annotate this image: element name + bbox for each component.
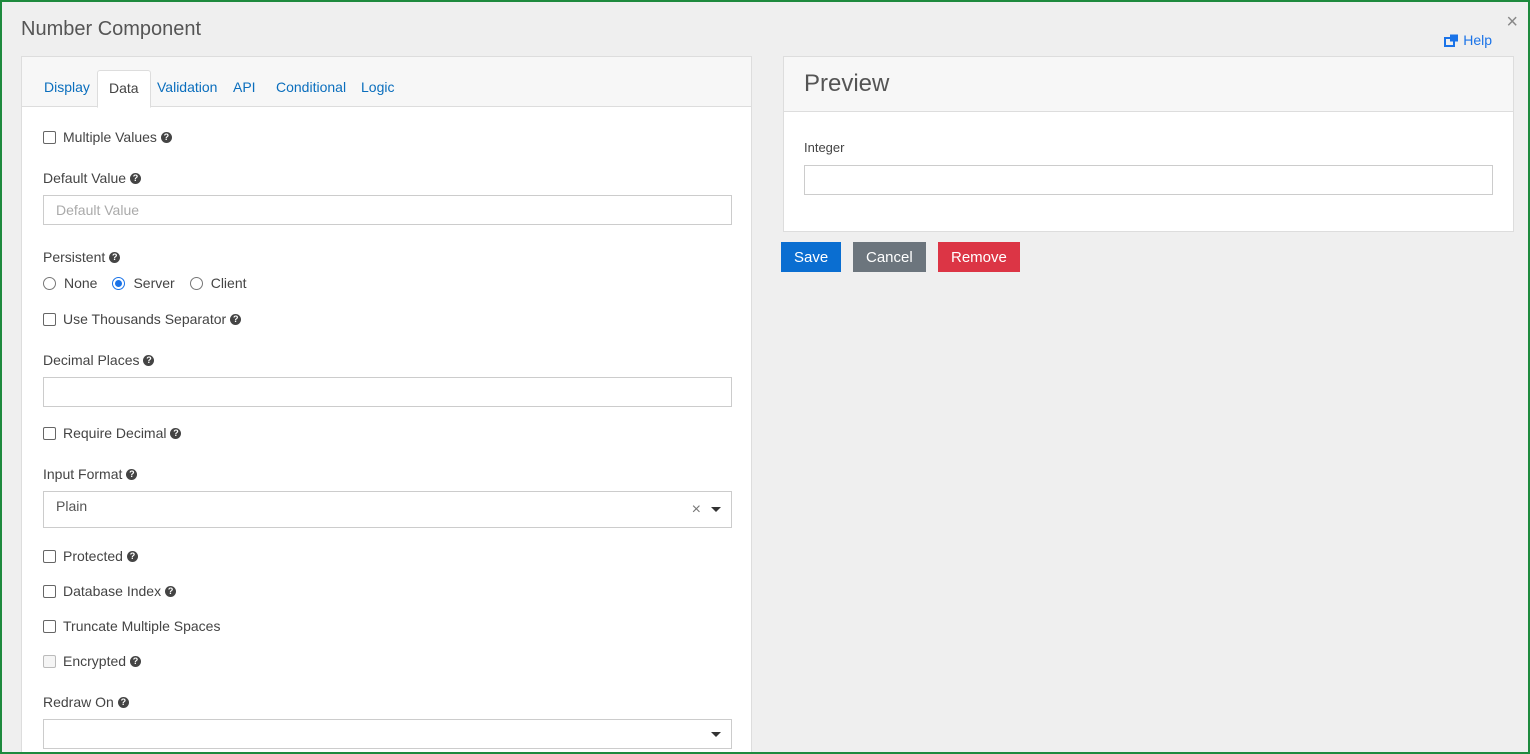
persistent-none-label: None [64, 275, 98, 291]
thousands-separator-label: Use Thousands Separator [63, 311, 227, 327]
preview-title: Preview [784, 57, 1513, 112]
input-format-label: Input Format [43, 466, 123, 482]
help-tooltip-icon[interactable]: ? [117, 696, 129, 708]
close-icon[interactable]: × [1506, 12, 1518, 32]
save-button[interactable]: Save [781, 242, 842, 272]
help-tooltip-icon[interactable]: ? [230, 313, 242, 325]
protected-checkbox[interactable] [43, 549, 56, 563]
tab-validation[interactable]: Validation [146, 70, 228, 107]
encrypted-checkbox [43, 654, 56, 668]
default-value-label-row: Default Value ? [43, 170, 142, 186]
help-tooltip-icon[interactable]: ? [130, 172, 142, 184]
default-value-label: Default Value [43, 170, 127, 186]
input-format-label-row: Input Format ? [43, 466, 138, 482]
tab-logic[interactable]: Logic [350, 70, 405, 107]
help-link[interactable]: Help [1444, 32, 1492, 48]
help-tooltip-icon[interactable]: ? [126, 550, 138, 562]
external-link-icon [1444, 34, 1459, 47]
default-value-input[interactable]: Default Value [43, 195, 732, 225]
help-tooltip-icon[interactable]: ? [165, 585, 177, 597]
multiple-values-checkbox[interactable] [43, 130, 56, 144]
persistent-client-radio[interactable] [189, 276, 203, 290]
database-index-row: Database Index ? [43, 583, 177, 599]
persistent-server-radio[interactable] [112, 276, 126, 290]
redraw-on-select[interactable] [43, 719, 732, 749]
decimal-places-input[interactable] [43, 377, 732, 407]
preview-integer-input[interactable] [804, 165, 1493, 195]
help-tooltip-icon[interactable]: ? [126, 468, 138, 480]
help-label[interactable]: Help [1463, 32, 1492, 48]
thousands-separator-row: Use Thousands Separator ? [43, 311, 242, 327]
decimal-places-label: Decimal Places [43, 352, 140, 368]
multiple-values-row: Multiple Values ? [43, 129, 172, 145]
persistent-client-label: Client [210, 275, 247, 291]
require-decimal-label: Require Decimal [63, 425, 167, 441]
database-index-checkbox[interactable] [43, 584, 56, 598]
protected-row: Protected ? [43, 548, 138, 564]
encrypted-row: Encrypted ? [43, 653, 142, 669]
multiple-values-label: Multiple Values [63, 129, 157, 145]
tab-api[interactable]: API [222, 70, 267, 107]
protected-label: Protected [63, 548, 123, 564]
preview-field-label: Integer [804, 140, 845, 155]
redraw-on-label: Redraw On [43, 694, 114, 710]
persistent-label-row: Persistent ? [43, 249, 121, 265]
chevron-down-icon[interactable] [711, 732, 721, 737]
truncate-spaces-row: Truncate Multiple Spaces [43, 618, 220, 634]
help-tooltip-icon[interactable]: ? [170, 427, 182, 439]
database-index-label: Database Index [63, 583, 162, 599]
thousands-separator-checkbox[interactable] [43, 312, 56, 326]
remove-button[interactable]: Remove [938, 242, 1020, 272]
input-format-select[interactable]: Plain × [43, 491, 732, 528]
help-tooltip-icon[interactable]: ? [160, 131, 172, 143]
input-format-value: Plain [56, 498, 88, 514]
require-decimal-row: Require Decimal ? [43, 425, 182, 441]
clear-selection-icon[interactable]: × [692, 501, 701, 519]
encrypted-label: Encrypted [63, 653, 127, 669]
decimal-places-label-row: Decimal Places ? [43, 352, 155, 368]
redraw-on-label-row: Redraw On ? [43, 694, 129, 710]
tab-conditional[interactable]: Conditional [265, 70, 357, 107]
tab-data[interactable]: Data [97, 70, 151, 108]
preview-panel: Preview Integer [783, 56, 1514, 232]
truncate-spaces-checkbox[interactable] [43, 619, 56, 633]
require-decimal-checkbox[interactable] [43, 426, 56, 440]
truncate-spaces-label: Truncate Multiple Spaces [63, 618, 221, 634]
persistent-label: Persistent [43, 249, 106, 265]
settings-panel: Display Data Validation API Conditional … [21, 56, 752, 752]
dialog-title: Number Component [21, 18, 202, 40]
chevron-down-icon[interactable] [711, 507, 721, 512]
help-tooltip-icon[interactable]: ? [109, 251, 121, 263]
cancel-button[interactable]: Cancel [853, 242, 926, 272]
component-dialog: Number Component × Help Display Data Val… [0, 0, 1530, 754]
tab-bar: Display Data Validation API Conditional … [22, 57, 751, 108]
persistent-server-label: Server [133, 275, 175, 291]
persistent-none-radio[interactable] [43, 276, 56, 290]
persistent-radio-group: None Server Client [43, 275, 247, 291]
tab-display[interactable]: Display [33, 70, 101, 107]
help-tooltip-icon[interactable]: ? [130, 655, 142, 667]
help-tooltip-icon[interactable]: ? [143, 354, 155, 366]
